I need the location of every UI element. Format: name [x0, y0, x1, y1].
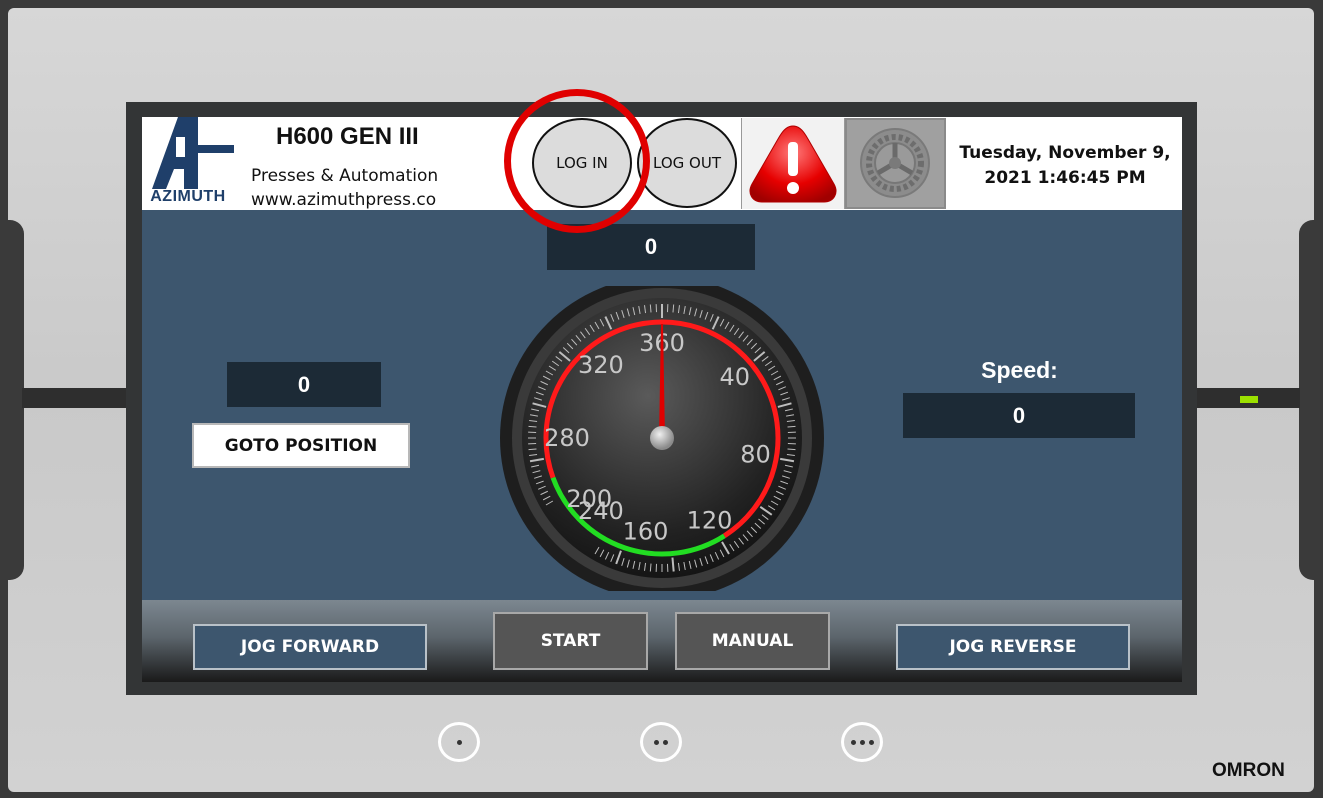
gauge-tick-label: 240	[578, 497, 624, 525]
highlight-circle	[504, 89, 650, 233]
bezel-notch-right	[1299, 220, 1315, 580]
dot-icon	[868, 739, 874, 745]
date-line-2: 2021 1:46:45 PM	[984, 168, 1146, 188]
gauge-tick-label: 320	[578, 351, 624, 379]
function-key-3[interactable]	[841, 722, 883, 762]
gauge-tick-label: 80	[740, 440, 771, 468]
machine-title: H600 GEN III	[276, 123, 419, 150]
gauge-tick-label: 40	[720, 363, 751, 391]
gauge-tick	[787, 448, 796, 451]
gauge-tick-label: 160	[623, 518, 669, 546]
logout-button[interactable]: LOG OUT	[637, 118, 737, 208]
gauge-tick	[649, 563, 652, 572]
gauge-tick	[649, 304, 652, 313]
logo-wordmark: AZIMUTH	[150, 188, 226, 205]
alarm-button[interactable]	[741, 118, 845, 209]
gauge-tick	[528, 448, 537, 451]
dot-icon	[850, 739, 856, 745]
gauge-tick	[671, 557, 675, 572]
company-website: www.azimuthpress.co	[251, 190, 437, 210]
start-button[interactable]: START	[493, 612, 648, 670]
speed-readout: 0	[903, 393, 1135, 438]
gauge-tick-label: 280	[544, 424, 590, 452]
function-key-1[interactable]	[438, 722, 480, 762]
footer-bar: JOG FORWARD START MANUAL JOG REVERSE	[142, 600, 1182, 682]
gauge-tick	[787, 425, 796, 428]
dot-icon	[456, 739, 462, 745]
position-readout: 0	[227, 362, 381, 407]
manual-button[interactable]: MANUAL	[675, 612, 830, 670]
jog-reverse-button[interactable]: JOG REVERSE	[896, 624, 1130, 670]
dot-icon	[859, 739, 865, 745]
header-bar: AZIMUTH H600 GEN III Presses & Automatio…	[142, 117, 1182, 210]
function-key-2[interactable]	[640, 722, 682, 762]
date-line-1: Tuesday, November 9,	[959, 143, 1171, 163]
hmi-screen: AZIMUTH H600 GEN III Presses & Automatio…	[142, 117, 1182, 682]
settings-button[interactable]	[845, 118, 946, 209]
speed-label: Speed:	[981, 357, 1058, 383]
goto-position-button[interactable]: GOTO POSITION	[192, 423, 410, 468]
gauge-tick-label: 120	[687, 506, 733, 534]
dot-icon	[663, 739, 668, 745]
gauge-hub	[650, 426, 674, 450]
dot-icon	[654, 739, 659, 745]
date-time-display: Tuesday, November 9, 2021 1:46:45 PM	[948, 141, 1182, 191]
company-subtitle: Presses & Automation	[251, 166, 439, 186]
omron-brand-logo: OMRON	[1212, 760, 1285, 781]
gear-icon	[860, 128, 930, 198]
gauge-tick	[528, 425, 537, 428]
jog-forward-button[interactable]: JOG FORWARD	[193, 624, 427, 670]
angle-gauge: 3604080120160200240280320	[500, 286, 824, 591]
gauge-tick	[672, 304, 675, 313]
status-led	[1240, 396, 1258, 403]
alarm-warning-icon	[749, 125, 837, 203]
